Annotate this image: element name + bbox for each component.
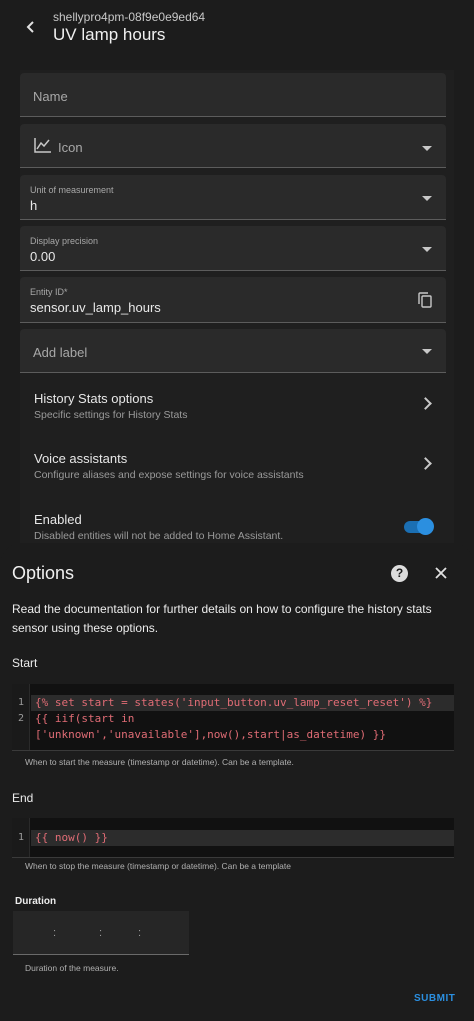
line-number: 2: [18, 713, 25, 724]
submit-button[interactable]: SUBMIT: [414, 993, 455, 1004]
chevron-down-icon: [422, 349, 432, 354]
icon-label: Icon: [58, 140, 83, 155]
voice-assistants-subtitle: Configure aliases and expose settings fo…: [34, 469, 304, 481]
start-code-editor[interactable]: 1 2 {% set start = states('input_button.…: [12, 684, 454, 751]
entity-id-input[interactable]: Entity ID* sensor.uv_lamp_hours: [20, 277, 446, 323]
code-line: ['unknown','unavailable'],now(),start|as…: [35, 728, 386, 741]
code-line: {{ iif(start in: [35, 712, 135, 725]
line-number: 1: [18, 697, 25, 708]
voice-assistants-title: Voice assistants: [34, 451, 128, 466]
duration-separator: :: [53, 927, 57, 939]
chevron-right-icon: [419, 397, 432, 410]
duration-label: Duration: [15, 896, 57, 907]
copy-icon[interactable]: [418, 292, 432, 313]
options-title: Options: [12, 563, 75, 583]
close-icon[interactable]: [433, 565, 449, 581]
history-stats-options-row[interactable]: History Stats options Specific settings …: [20, 391, 446, 423]
line-number: 1: [18, 832, 25, 843]
label-picker[interactable]: Add label: [20, 329, 446, 373]
enabled-toggle-knob[interactable]: [417, 518, 434, 535]
entity-id-value: sensor.uv_lamp_hours: [30, 300, 161, 315]
precision-value: 0.00: [30, 249, 56, 264]
history-stats-title: History Stats options: [34, 391, 154, 406]
entity-id-label: Entity ID*: [30, 287, 68, 297]
page-title: UV lamp hours: [53, 25, 166, 44]
chevron-down-icon: [422, 146, 432, 151]
page-header: shellypro4pm-08f9e0e9ed64 UV lamp hours: [0, 0, 474, 60]
options-sheet: Options ? Read the documentation for fur…: [0, 543, 474, 1021]
duration-separator: :: [99, 927, 103, 939]
name-input[interactable]: Name: [20, 73, 446, 117]
start-label: Start: [12, 656, 38, 670]
chevron-right-icon: [419, 457, 432, 470]
precision-select[interactable]: Display precision 0.00: [20, 226, 446, 271]
end-hint: When to stop the measure (timestamp or d…: [25, 861, 291, 871]
enabled-subtitle: Disabled entities will not be added to H…: [34, 530, 284, 542]
code-line: {% set start = states('input_button.uv_l…: [35, 696, 433, 709]
device-id: shellypro4pm-08f9e0e9ed64: [53, 10, 206, 24]
unit-value: h: [30, 198, 38, 213]
back-arrow-icon[interactable]: [20, 16, 42, 38]
options-description: Read the documentation for further detai…: [12, 602, 432, 635]
icon-picker[interactable]: Icon: [20, 124, 446, 168]
duration-hint: Duration of the measure.: [25, 963, 119, 973]
unit-select[interactable]: Unit of measurement h: [20, 175, 446, 220]
chart-line-icon: [34, 137, 52, 158]
start-hint: When to start the measure (timestamp or …: [25, 757, 294, 767]
code-line: {{ now() }}: [35, 831, 108, 844]
duration-separator: :: [138, 927, 142, 939]
help-icon[interactable]: ?: [391, 565, 408, 582]
end-label: End: [12, 791, 34, 805]
chevron-down-icon: [422, 196, 432, 201]
add-label-text: Add label: [33, 345, 88, 360]
voice-assistants-row[interactable]: Voice assistants Configure aliases and e…: [20, 451, 446, 483]
duration-input[interactable]: : : :: [13, 911, 189, 955]
chevron-down-icon: [422, 247, 432, 252]
precision-label: Display precision: [30, 236, 99, 246]
enabled-title: Enabled: [34, 512, 82, 527]
enabled-row: Enabled Disabled entities will not be ad…: [20, 512, 446, 544]
end-code-editor[interactable]: 1 {{ now() }}: [12, 818, 454, 858]
history-stats-subtitle: Specific settings for History Stats: [34, 409, 188, 421]
unit-label: Unit of measurement: [30, 185, 114, 195]
name-label: Name: [33, 89, 68, 104]
